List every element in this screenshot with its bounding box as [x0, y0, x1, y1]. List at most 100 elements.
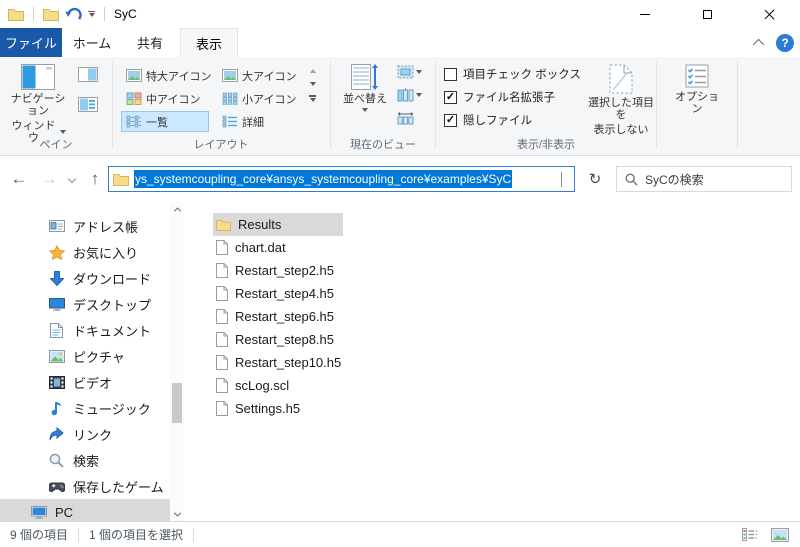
- file-row[interactable]: Restart_step6.h5: [213, 305, 343, 328]
- up-button[interactable]: ↑: [84, 156, 106, 202]
- recent-locations-button[interactable]: [64, 156, 80, 202]
- file-row[interactable]: Settings.h5: [213, 397, 343, 420]
- file-name: Settings.h5: [235, 401, 300, 416]
- details-view-toggle-button[interactable]: [738, 525, 762, 545]
- gallery-more-icon[interactable]: [309, 95, 316, 102]
- undo-button[interactable]: [65, 7, 82, 22]
- size-all-columns-button[interactable]: [397, 111, 414, 125]
- sidebar-item-label: デスクトップ: [73, 295, 151, 314]
- file-icon: [216, 401, 228, 416]
- tab-file[interactable]: ファイル: [0, 28, 62, 57]
- view-option-extra-large-icons[interactable]: 特大アイコン: [121, 65, 216, 86]
- view-option-large-icons[interactable]: 大アイコン: [217, 65, 301, 86]
- thumbnail-view-toggle-button[interactable]: [768, 525, 792, 545]
- sidebar-item-music[interactable]: ミュージック: [0, 395, 170, 421]
- qat-folder-button[interactable]: [43, 8, 59, 21]
- checkbox-label: 項目チェック ボックス: [463, 66, 581, 82]
- tab-home[interactable]: ホーム: [64, 28, 120, 57]
- file-row-results[interactable]: Results: [213, 213, 343, 236]
- sidebar-item-documents[interactable]: ドキュメント: [0, 317, 170, 343]
- hide-selected-items-button[interactable]: 選択した項目を 表示しない: [588, 64, 654, 136]
- sidebar-item-videos[interactable]: ビデオ: [0, 369, 170, 395]
- add-columns-button[interactable]: [397, 88, 422, 102]
- thumbnail-view-icon: [771, 528, 789, 542]
- gallery-scroll-up-icon[interactable]: [310, 69, 316, 73]
- saved-games-icon: [48, 478, 65, 494]
- hide-selected-items-icon: [609, 64, 633, 94]
- file-name: Restart_step4.h5: [235, 286, 334, 301]
- gallery-scroll-down-icon[interactable]: [310, 82, 316, 86]
- options-button[interactable]: オプション: [671, 64, 723, 115]
- title-bar: SyC: [0, 0, 800, 28]
- view-option-label: 中アイコン: [146, 91, 200, 107]
- sidebar-item-label: ミュージック: [73, 399, 151, 418]
- view-option-list[interactable]: 一覧: [121, 111, 209, 132]
- tab-view[interactable]: 表示: [180, 28, 238, 57]
- preview-pane-button[interactable]: [78, 67, 98, 82]
- forward-button[interactable]: →: [38, 156, 60, 202]
- file-row[interactable]: Restart_step10.h5: [213, 351, 343, 374]
- medium-icons-icon: [126, 92, 142, 105]
- file-row[interactable]: Restart_step2.h5: [213, 259, 343, 282]
- sidebar-item-links[interactable]: リンク: [0, 421, 170, 447]
- quick-access-toolbar: [0, 7, 108, 22]
- small-icons-icon: [222, 92, 238, 105]
- view-option-medium-icons[interactable]: 中アイコン: [121, 88, 205, 109]
- sidebar-item-saved-games[interactable]: 保存したゲーム: [0, 473, 170, 499]
- sidebar-item-favorites[interactable]: お気に入り: [0, 239, 170, 265]
- minimize-ribbon-icon[interactable]: [753, 38, 764, 49]
- sidebar-item-searches[interactable]: 検索: [0, 447, 170, 473]
- file-row[interactable]: chart.dat: [213, 236, 343, 259]
- refresh-icon: ↻: [589, 170, 602, 188]
- file-row[interactable]: Restart_step4.h5: [213, 282, 343, 305]
- divider: [737, 61, 738, 149]
- sidebar-item-desktop[interactable]: デスクトップ: [0, 291, 170, 317]
- address-dropdown-button[interactable]: [553, 172, 570, 186]
- close-icon: [764, 9, 775, 20]
- sidebar-scrollbar[interactable]: [170, 202, 184, 521]
- view-option-details[interactable]: 詳細: [217, 111, 269, 132]
- sidebar-item-contacts[interactable]: アドレス帳: [0, 213, 170, 239]
- address-bar[interactable]: ys_systemcoupling_core¥ansys_systemcoupl…: [108, 166, 575, 192]
- view-option-label: 特大アイコン: [146, 68, 211, 84]
- checkbox-file-name-extensions[interactable]: ✓ ファイル名拡張子: [444, 89, 555, 105]
- help-icon[interactable]: ?: [776, 34, 794, 52]
- sidebar-item-label: ドキュメント: [73, 321, 151, 340]
- sidebar-item-pictures[interactable]: ピクチャ: [0, 343, 170, 369]
- file-row[interactable]: scLog.scl: [213, 374, 343, 397]
- sort-by-button[interactable]: 並べ替え: [339, 64, 391, 112]
- up-icon: ↑: [91, 169, 100, 189]
- maximize-button[interactable]: [676, 0, 738, 28]
- hide-selected-label-2: 表示しない: [594, 124, 649, 136]
- sidebar-item-downloads[interactable]: ダウンロード: [0, 265, 170, 291]
- checkbox-item-check-boxes[interactable]: 項目チェック ボックス: [444, 66, 581, 82]
- details-pane-button[interactable]: [78, 97, 98, 112]
- file-list: Results chart.dat Restart_step2.h5 Resta…: [184, 202, 800, 521]
- view-option-small-icons[interactable]: 小アイコン: [217, 88, 301, 109]
- sidebar-item-pc[interactable]: PC: [0, 499, 170, 521]
- favorites-icon: [48, 244, 65, 260]
- scroll-up-icon[interactable]: [170, 202, 184, 216]
- maximize-icon: [703, 10, 712, 19]
- file-row[interactable]: Restart_step8.h5: [213, 328, 343, 351]
- group-by-button[interactable]: [397, 65, 422, 79]
- window-controls: [614, 0, 800, 28]
- close-button[interactable]: [738, 0, 800, 28]
- ribbon-tab-row: ファイル ホーム 共有 表示 ?: [0, 28, 800, 57]
- minimize-button[interactable]: [614, 0, 676, 28]
- checkbox-hidden-items[interactable]: ✓ 隠しファイル: [444, 112, 532, 128]
- dropdown-arrow-icon: [416, 93, 422, 97]
- scrollbar-thumb[interactable]: [172, 383, 182, 423]
- pane-group-label: ペイン: [0, 136, 112, 152]
- checkbox-label: 隠しファイル: [463, 112, 532, 128]
- navigation-pane-button[interactable]: ナビゲーション ウィンドウ: [10, 64, 66, 144]
- search-box[interactable]: SyCの検索: [616, 166, 792, 192]
- qat-customize-button[interactable]: [88, 11, 95, 17]
- tab-share[interactable]: 共有: [122, 28, 178, 57]
- view-option-label: 詳細: [242, 114, 264, 130]
- scroll-down-icon[interactable]: [170, 507, 184, 521]
- refresh-button[interactable]: ↻: [582, 166, 608, 192]
- ribbon-group-options: オプション: [657, 57, 737, 156]
- back-button[interactable]: ←: [8, 156, 30, 202]
- file-icon: [216, 286, 228, 301]
